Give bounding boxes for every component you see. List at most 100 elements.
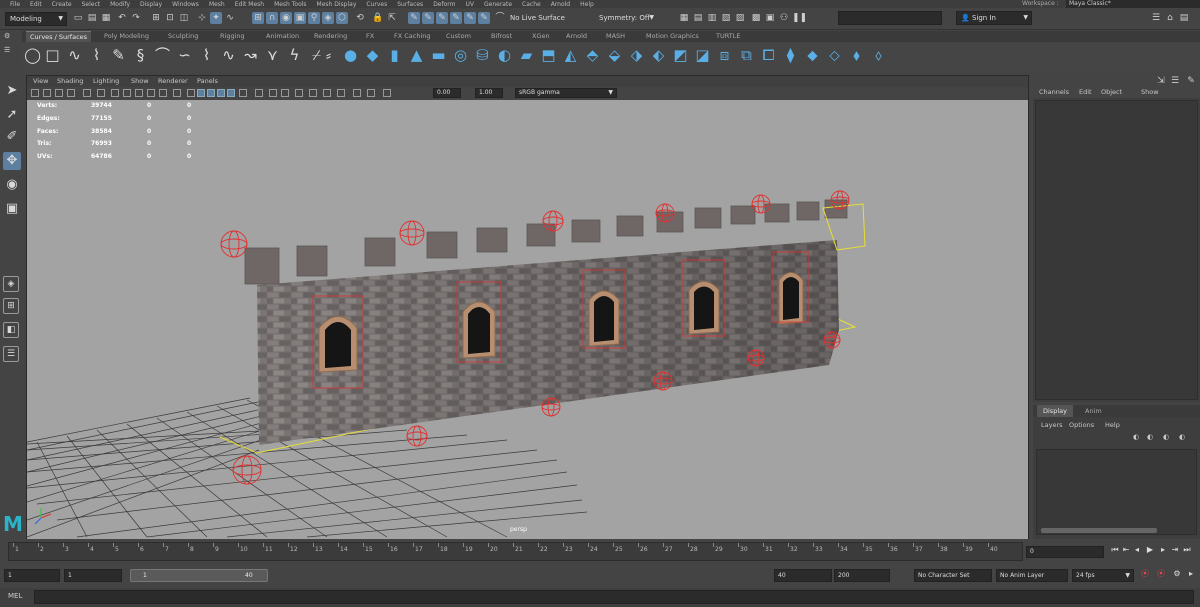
bezier-curve-icon[interactable]: §	[132, 47, 149, 64]
anti-alias-icon[interactable]	[281, 89, 289, 97]
trim-tool-icon[interactable]: ⬖	[650, 47, 667, 64]
wireframe-icon[interactable]	[187, 89, 195, 97]
rebuild-surface-icon[interactable]: ⬥	[804, 47, 821, 64]
attach-surfaces-icon[interactable]: ⧉	[738, 47, 755, 64]
revolve-icon[interactable]: ⛁	[474, 47, 491, 64]
shelf-tab-poly-modeling[interactable]: Poly Modeling	[100, 31, 153, 42]
extend-surface-icon[interactable]: ◪	[694, 47, 711, 64]
animation-start-field[interactable]: 1	[4, 569, 60, 582]
layer-menu-layers[interactable]: Layers	[1041, 421, 1063, 429]
workspace-dropdown[interactable]: Maya Classic*	[1066, 0, 1200, 8]
image-plane-icon[interactable]	[55, 89, 63, 97]
menu-item-create[interactable]: Create	[52, 1, 72, 8]
shelf-tab-xgen[interactable]: XGen	[528, 31, 554, 42]
smooth-shade-icon[interactable]	[197, 89, 205, 97]
shelf-tab-turtle[interactable]: TURTLE	[712, 31, 744, 42]
home-icon[interactable]: ⌂	[1164, 12, 1176, 24]
symmetry-dropdown[interactable]: Symmetry: Off ▼	[595, 12, 657, 26]
menu-item-file[interactable]: File	[10, 1, 20, 8]
insert-isoparm-icon[interactable]: ⧈	[716, 47, 733, 64]
channel-menu-object[interactable]: Object	[1101, 88, 1122, 96]
perspective-viewport[interactable]: Verts: 39744 0 0 Edges: 77155 0 0 Faces: 38584 0 0 T…	[27, 100, 1028, 539]
playback-start-field[interactable]: 1	[64, 569, 122, 582]
pencil-curve-icon[interactable]: ✎	[110, 47, 127, 64]
safe-action-icon[interactable]	[159, 89, 167, 97]
undo-icon[interactable]: ↶	[116, 12, 128, 24]
anim-settings-icon[interactable]: ▸	[1186, 569, 1196, 579]
shelf-tab-sculpting[interactable]: Sculpting	[164, 31, 202, 42]
shelf-tab-animation[interactable]: Animation	[262, 31, 303, 42]
layer-menu-options[interactable]: Options	[1069, 421, 1094, 429]
loft-icon[interactable]: ◐	[496, 47, 513, 64]
select-tool-icon[interactable]: ➤	[3, 82, 21, 100]
nurbs-to-polygons-icon[interactable]: ⬨	[870, 47, 887, 64]
film-gate-icon[interactable]	[111, 89, 119, 97]
sign-in-button[interactable]: 👤 Sign In ▼	[956, 11, 1032, 25]
shelf-tab-rendering[interactable]: Rendering	[310, 31, 351, 42]
show-outliner-icon[interactable]: ▤	[692, 12, 704, 24]
menu-item-mesh-tools[interactable]: Mesh Tools	[274, 1, 306, 8]
planar-icon[interactable]: ▰	[518, 47, 535, 64]
persp-outliner-icon[interactable]: ◧	[3, 322, 19, 338]
new-layer-icon[interactable]: ◐	[1133, 433, 1139, 441]
xray-icon[interactable]	[309, 89, 317, 97]
show-attribute-editor-icon[interactable]: ▥	[706, 12, 718, 24]
grease-pencil-icon[interactable]	[83, 89, 91, 97]
ambient-occlusion-icon[interactable]	[255, 89, 263, 97]
command-input[interactable]	[34, 590, 1194, 604]
channel-menu-edit[interactable]: Edit	[1079, 88, 1092, 96]
panel-menu-renderer[interactable]: Renderer	[158, 76, 188, 87]
panel-menu-shading[interactable]: Shading	[57, 76, 83, 87]
menu-item-surfaces[interactable]: Surfaces	[397, 1, 423, 8]
single-perspective-view-icon[interactable]: ◈	[3, 276, 19, 292]
shelf-tab-curves-surfaces[interactable]: Curves / Surfaces	[26, 31, 92, 42]
live-surface-field[interactable]: No Live Surface	[506, 12, 584, 26]
select-curves-icon[interactable]: ∿	[224, 12, 236, 24]
shelf-tab-fx-caching[interactable]: FX Caching	[390, 31, 435, 42]
three-point-arc-icon[interactable]: ⌒	[154, 47, 171, 64]
offset-curve-icon[interactable]: ⋎	[264, 47, 281, 64]
menu-item-windows[interactable]: Windows	[172, 1, 199, 8]
xray-active-icon[interactable]	[323, 89, 331, 97]
layer-scrollbar[interactable]	[1041, 528, 1157, 533]
render-view-icon[interactable]: ✎	[464, 12, 476, 24]
hypershade-icon[interactable]: ✎	[450, 12, 462, 24]
view-2d-pan-icon[interactable]	[67, 89, 75, 97]
save-scene-icon[interactable]: ▦	[100, 12, 112, 24]
menu-item-edit-mesh[interactable]: Edit Mesh	[235, 1, 264, 8]
snap-mesh-icon[interactable]: ⬡	[336, 12, 348, 24]
history-icon[interactable]: ⟲	[354, 12, 366, 24]
menu-item-mesh-display[interactable]: Mesh Display	[317, 1, 357, 8]
wireframe-on-shaded-icon[interactable]	[353, 89, 361, 97]
gamma-field[interactable]: 1.00	[475, 88, 503, 98]
panel-menu-show[interactable]: Show	[131, 76, 149, 87]
move-layer-up-icon[interactable]: ◐	[1163, 433, 1169, 441]
camera-attributes-icon[interactable]	[31, 89, 39, 97]
menu-item-deform[interactable]: Deform	[433, 1, 455, 8]
bevel-plus-icon[interactable]: ⬘	[584, 47, 601, 64]
layer-tab-anim[interactable]: Anim	[1079, 405, 1108, 417]
command-language-label[interactable]: MEL	[8, 592, 22, 600]
layout-icon[interactable]: ▤	[1178, 12, 1190, 24]
project-curve-icon[interactable]: ⬙	[606, 47, 623, 64]
fps-dropdown[interactable]: 24 fps ▼	[1072, 569, 1134, 582]
show-tool-settings-icon[interactable]: ▧	[720, 12, 732, 24]
birail-icon[interactable]: ◭	[562, 47, 579, 64]
select-handles-icon[interactable]: ⊹	[196, 12, 208, 24]
open-close-icon[interactable]: ⧫	[782, 47, 799, 64]
persp-graph-icon[interactable]: ☰	[3, 346, 19, 362]
show-channel-box-icon[interactable]: ▨	[734, 12, 746, 24]
shelf-menu-icon[interactable]: ☰	[4, 46, 16, 56]
animation-prefs-icon[interactable]: ⚙	[1172, 569, 1182, 579]
show-uv-editor-icon[interactable]: ▦	[678, 12, 690, 24]
menu-item-cache[interactable]: Cache	[522, 1, 541, 8]
select-object-icon[interactable]: ⊡	[164, 12, 176, 24]
snap-surface-icon[interactable]: ◈	[322, 12, 334, 24]
snap-grid-icon[interactable]: ⊞	[252, 12, 264, 24]
motion-blur-icon[interactable]	[269, 89, 277, 97]
pause-viewport-icon[interactable]: ❚❚	[792, 12, 807, 24]
time-ruler[interactable]: 1 2 3 4 5 6 7 8 9 10 11 12 13 14 15 16 17 18 19 20 21 22 23 24 2…	[8, 542, 1023, 561]
set-key-icon[interactable]: ⦿	[1156, 569, 1166, 579]
shelf-tab-custom[interactable]: Custom	[442, 31, 475, 42]
range-slider[interactable]: 1 40	[130, 569, 268, 582]
